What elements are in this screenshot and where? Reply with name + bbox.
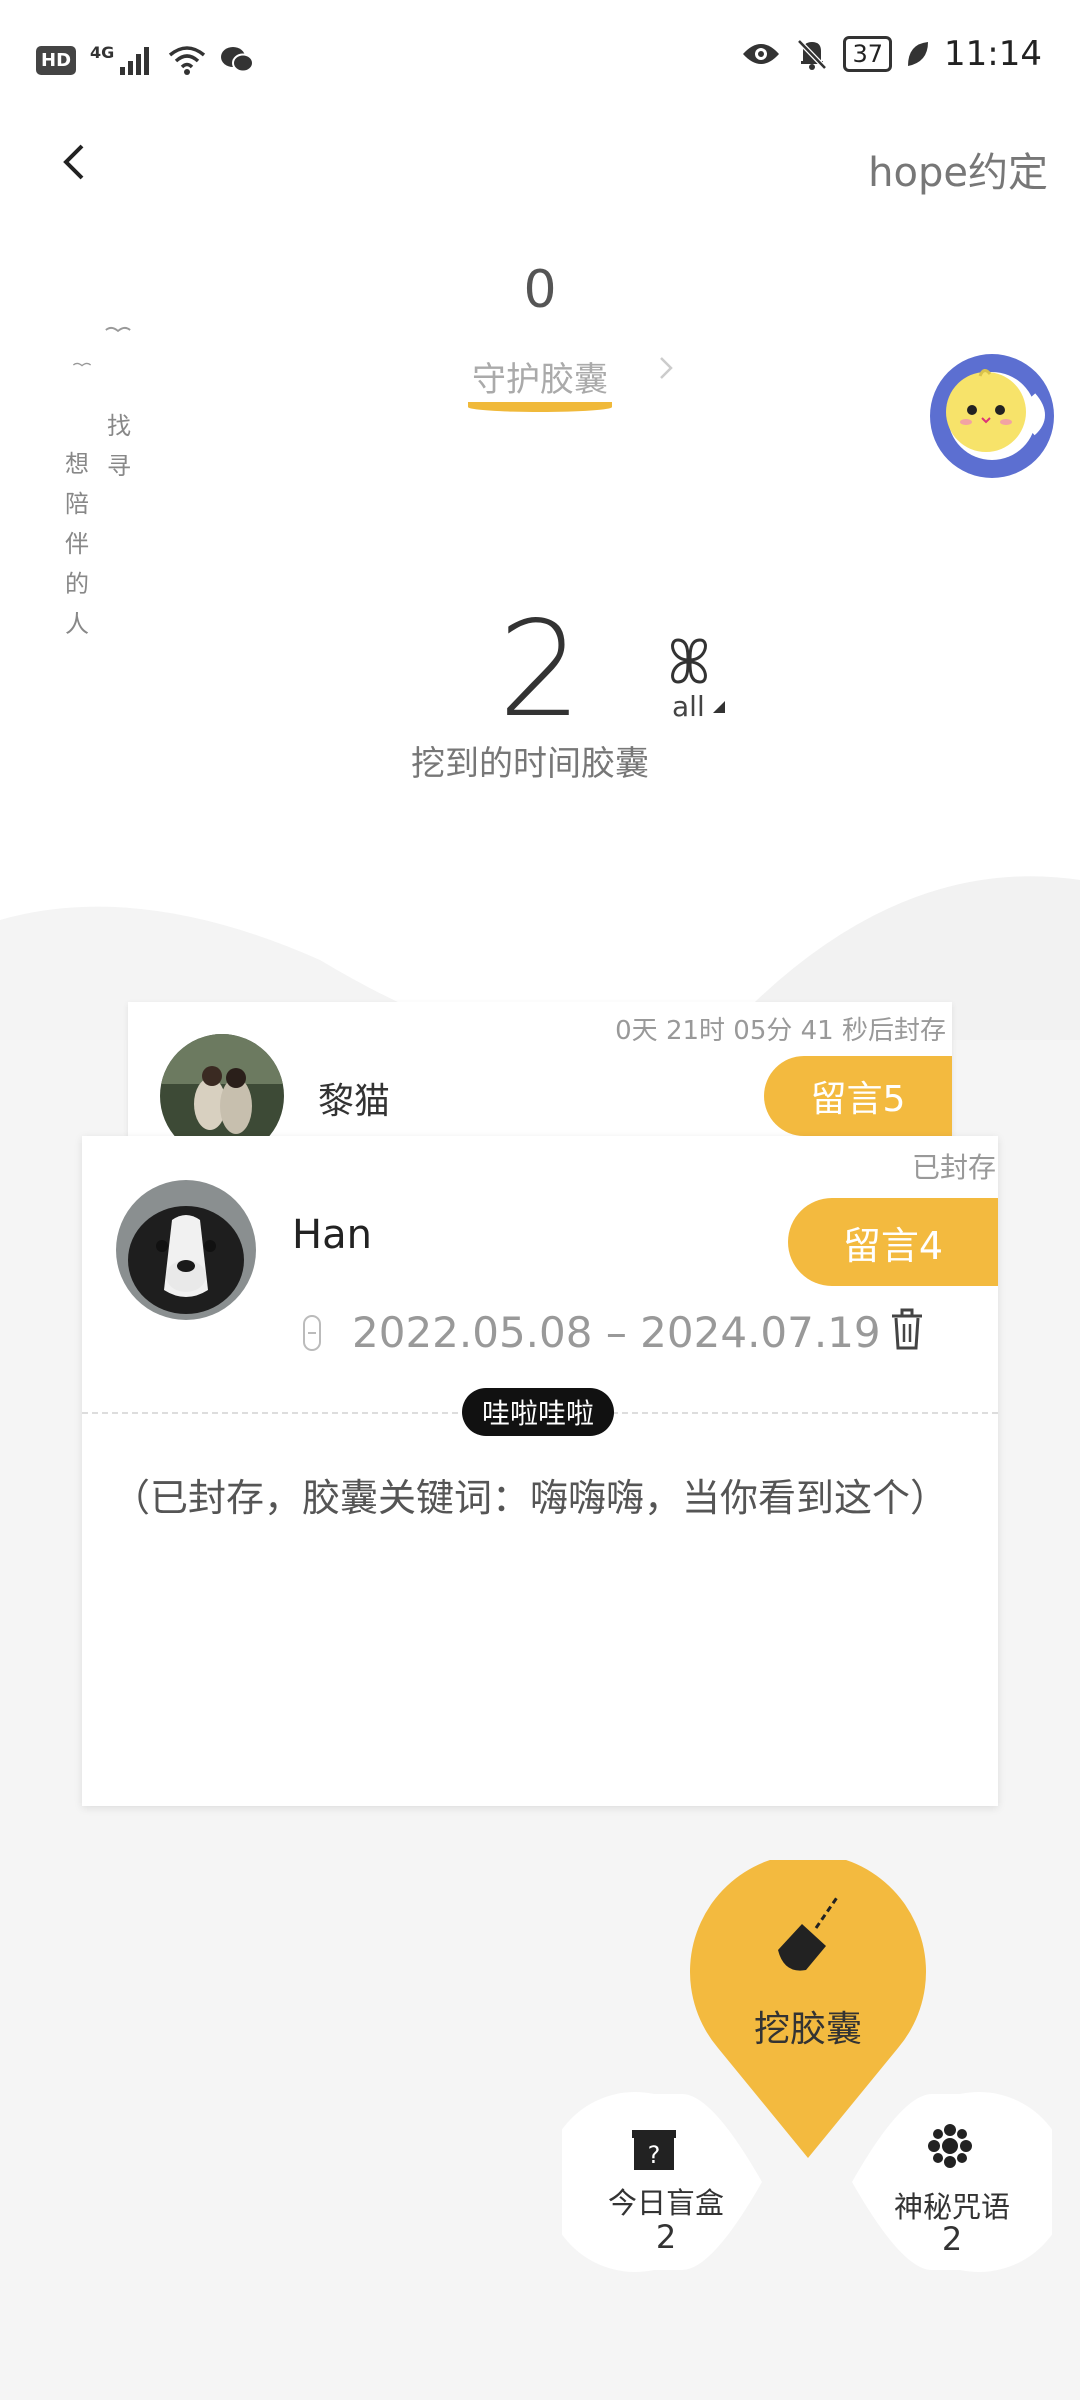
caret-down-icon [712,700,725,713]
dug-capsule-label: 挖到的时间胶囊 [0,736,1080,785]
avatar[interactable] [116,1180,256,1320]
dug-capsule-count: 2 [498,593,582,747]
daily-blind-box-button[interactable]: ? 今日盲盒 2 [562,2092,792,2272]
spell-flower-icon [928,2124,972,2168]
status-right: 37 11:14 [741,34,1042,74]
capsule-card[interactable]: 已封存 Han 留言4 2022.05.08 – 2024.07.19 哇啦哇啦… [82,1136,998,1806]
trash-icon[interactable] [888,1308,926,1352]
wechat-icon [221,47,255,73]
dug-capsule-label-text: 挖到的时间胶囊 [411,744,649,784]
hd-badge: HD [36,45,77,75]
clover-icon[interactable] [664,636,714,686]
leaf-icon [908,42,929,66]
brand-title: hope约定 [868,150,1048,196]
chevron-right-icon[interactable] [652,354,680,382]
wifi-icon [169,46,206,75]
back-arrow-icon[interactable] [52,140,96,184]
bird-icon [105,326,131,333]
signal-icon [120,47,150,75]
filter-dropdown[interactable]: all [672,690,727,723]
blind-box-label: 今日盲盒 [607,2186,724,2220]
shovel-icon [778,1895,840,1971]
user-name: 黎猫 [318,1081,391,1122]
message-button[interactable]: 留言4 [788,1198,998,1286]
clock: 11:14 [944,34,1042,74]
dig-capsule-label: 挖胶囊 [753,2009,862,2050]
svg-text:?: ? [648,2141,661,2169]
mute-icon [797,39,828,70]
status-bar: HD 4G 37 11:14 [0,0,1080,110]
battery-indicator: 37 [843,36,893,72]
mystery-box-icon: ? [632,2130,676,2170]
avatar[interactable] [160,1034,284,1142]
guard-capsule-link[interactable]: 守护胶囊 [440,352,640,401]
sealed-status: 已封存 [911,1151,996,1184]
capsule-card[interactable]: 0天 21时 05分 41 秒后封存 黎猫 留言5 [128,1002,952,1142]
network-label: 4G [90,42,115,62]
guard-underline [468,402,612,412]
capsule-note: （已封存，胶囊关键词：嗨嗨嗨，当你看到这个） [112,1476,949,1520]
filter-label: all [672,690,705,723]
message-button[interactable]: 留言5 [764,1056,952,1136]
spell-count: 2 [941,2220,963,2258]
mascot-avatar[interactable] [928,352,1056,480]
blind-box-count: 2 [655,2218,677,2256]
status-left: HD 4G [36,40,255,80]
mystery-spell-button[interactable]: 神秘咒语 2 [822,2092,1052,2272]
poem-column: 找寻 [107,412,131,480]
seal-countdown: 0天 21时 05分 41 秒后封存 [615,1016,946,1046]
user-name: Han [292,1212,372,1258]
eye-icon [743,44,780,64]
capsule-icon [303,1315,321,1351]
capsule-tag: 哇啦哇啦 [462,1388,615,1436]
date-range: 2022.05.08 – 2024.07.19 [352,1308,881,1357]
bird-icon [72,362,92,367]
poem[interactable]: 找寻 想陪伴的人 [58,326,138,646]
guard-capsule-count: 0 [523,260,557,320]
